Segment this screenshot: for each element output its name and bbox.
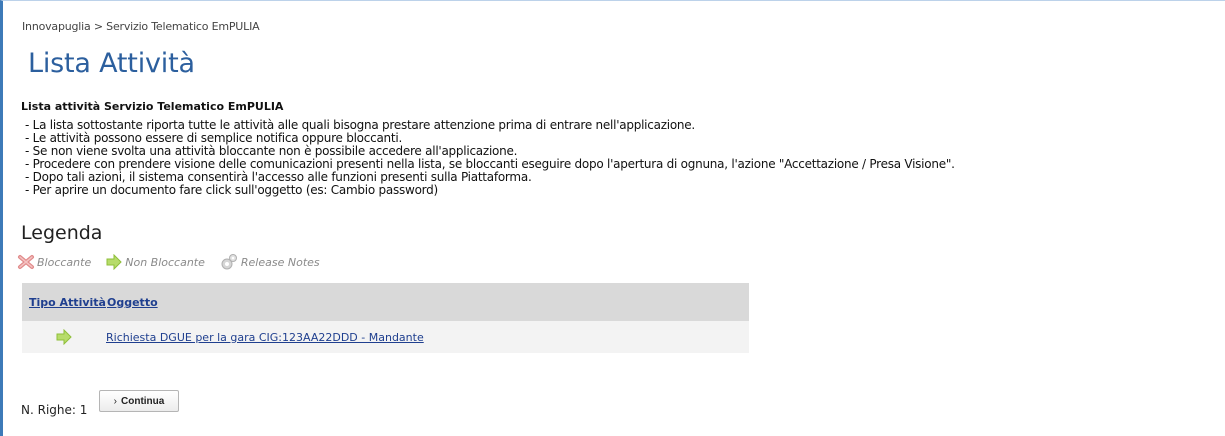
legend-label-non-blocking: Non Bloccante <box>125 255 205 269</box>
continue-label: Continua <box>121 395 165 407</box>
row-object-link[interactable]: Richiesta DGUE per la gara CIG:123AA22DD… <box>106 331 424 344</box>
legend-label-release-notes: Release Notes <box>240 255 320 269</box>
intro-line: - Per aprire un documento fare click sul… <box>25 183 438 197</box>
page-title: Lista Attività <box>28 48 195 79</box>
continue-button[interactable]: › Continua <box>99 390 179 412</box>
table-row: Richiesta DGUE per la gara CIG:123AA22DD… <box>22 321 749 353</box>
green-arrow-icon <box>56 329 72 345</box>
legend-item-non-blocking: Non Bloccante <box>105 254 205 270</box>
legend: Bloccante Non Bloccante Release Notes <box>17 253 334 271</box>
blocking-x-icon <box>18 255 34 269</box>
sort-by-object-link[interactable]: Oggetto <box>107 296 158 309</box>
page-frame: Innovapuglia > Servizio Telematico EmPUL… <box>0 0 1225 436</box>
breadcrumb: Innovapuglia > Servizio Telematico EmPUL… <box>22 20 260 33</box>
legend-label-blocking: Bloccante <box>37 255 92 269</box>
chevron-right-icon: › <box>113 395 117 407</box>
table-header: Tipo Attività Oggetto <box>22 283 749 321</box>
row-object-cell: Richiesta DGUE per la gara CIG:123AA22DD… <box>106 331 424 344</box>
gear-icon <box>221 254 237 270</box>
column-header-type: Tipo Attività <box>22 296 107 309</box>
rows-count: N. Righe: 1 <box>21 403 88 417</box>
intro-list: - La lista sottostante riporta tutte le … <box>25 119 955 197</box>
green-arrow-icon <box>106 254 122 270</box>
intro-title: Lista attività Servizio Telematico EmPUL… <box>21 100 284 113</box>
legend-item-blocking: Bloccante <box>17 254 91 270</box>
sort-by-type-link[interactable]: Tipo Attività <box>29 296 106 309</box>
row-type-cell <box>22 329 106 345</box>
activities-table: Tipo Attività Oggetto Richiesta DGUE per… <box>22 283 749 353</box>
legend-title: Legenda <box>21 222 103 244</box>
column-header-object: Oggetto <box>107 296 158 309</box>
legend-item-release-notes: Release Notes <box>219 253 320 271</box>
